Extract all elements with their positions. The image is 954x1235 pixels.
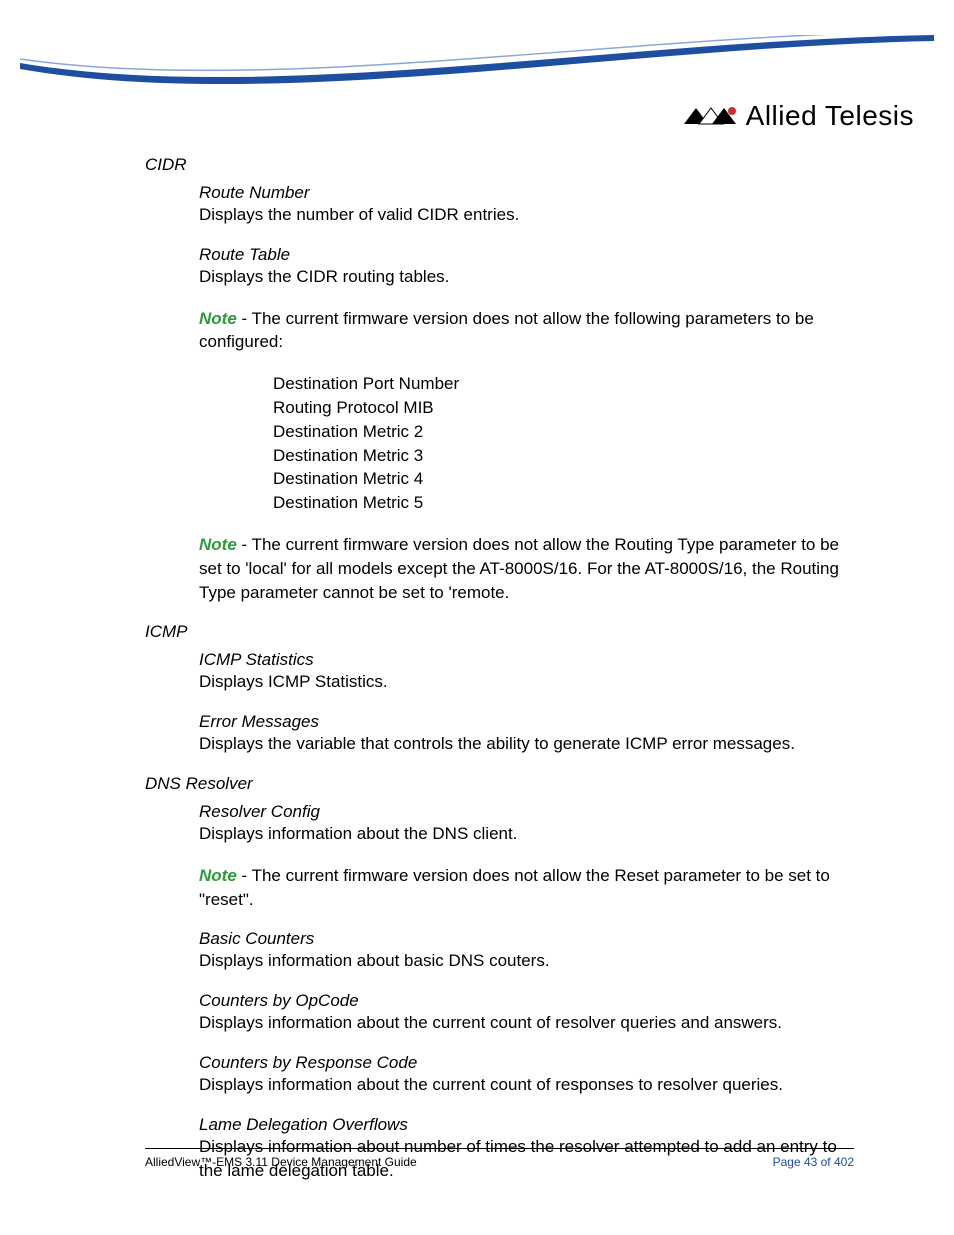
note-text: - The current firmware version does not … [199, 309, 814, 352]
icmp-stats: ICMP Statistics Displays ICMP Statistics… [199, 650, 845, 694]
cidr-route-table: Route Table Displays the CIDR routing ta… [199, 245, 845, 289]
subsection-title: Lame Delegation Overflows [199, 1115, 845, 1135]
subsection-title: ICMP Statistics [199, 650, 845, 670]
dns-basic-counters: Basic Counters Displays information abou… [199, 929, 845, 973]
note-label: Note [199, 309, 237, 328]
section-heading-cidr: CIDR [145, 155, 845, 175]
page-content: CIDR Route Number Displays the number of… [145, 155, 845, 1200]
list-item: Routing Protocol MIB [273, 396, 845, 420]
brand-logo-icon [682, 104, 738, 128]
list-item: Destination Metric 4 [273, 467, 845, 491]
section-heading-icmp: ICMP [145, 622, 845, 642]
note-label: Note [199, 535, 237, 554]
subsection-desc: Displays information about the current c… [199, 1011, 845, 1035]
dns-counters-opcode: Counters by OpCode Displays information … [199, 991, 845, 1035]
subsection-title: Error Messages [199, 712, 845, 732]
brand-block: Allied Telesis [682, 100, 914, 132]
subsection-title: Counters by Response Code [199, 1053, 845, 1073]
section-heading-dns: DNS Resolver [145, 774, 845, 794]
list-item: Destination Metric 5 [273, 491, 845, 515]
subsection-title: Route Number [199, 183, 845, 203]
header-swoosh-graphic [20, 35, 934, 105]
subsection-title: Counters by OpCode [199, 991, 845, 1011]
list-item: Destination Metric 3 [273, 444, 845, 468]
dns-note: Note - The current firmware version does… [199, 864, 845, 912]
note-label: Note [199, 866, 237, 885]
cidr-note2: Note - The current firmware version does… [199, 533, 845, 604]
list-item: Destination Port Number [273, 372, 845, 396]
icmp-errors: Error Messages Displays the variable tha… [199, 712, 845, 756]
document-page: Allied Telesis CIDR Route Number Display… [0, 0, 954, 1235]
subsection-title: Route Table [199, 245, 845, 265]
cidr-route-number: Route Number Displays the number of vali… [199, 183, 845, 227]
list-item: Destination Metric 2 [273, 420, 845, 444]
brand-text: Allied Telesis [746, 100, 914, 132]
subsection-desc: Displays the CIDR routing tables. [199, 265, 845, 289]
page-footer: AlliedView™-EMS 3.11 Device Management G… [145, 1148, 854, 1169]
cidr-note1: Note - The current firmware version does… [199, 307, 845, 355]
subsection-desc: Displays ICMP Statistics. [199, 670, 845, 694]
subsection-title: Basic Counters [199, 929, 845, 949]
dns-resolver-config: Resolver Config Displays information abo… [199, 802, 845, 846]
note-text: - The current firmware version does not … [199, 535, 839, 602]
subsection-desc: Displays the variable that controls the … [199, 732, 845, 756]
subsection-desc: Displays information about the DNS clien… [199, 822, 845, 846]
footer-left-text: AlliedView™-EMS 3.11 Device Management G… [145, 1155, 417, 1169]
subsection-desc: Displays the number of valid CIDR entrie… [199, 203, 845, 227]
dns-counters-respcode: Counters by Response Code Displays infor… [199, 1053, 845, 1097]
footer-page-number: Page 43 of 402 [773, 1155, 854, 1169]
subsection-desc: Displays information about the current c… [199, 1073, 845, 1097]
subsection-desc: Displays information about basic DNS cou… [199, 949, 845, 973]
note-text: - The current firmware version does not … [199, 866, 830, 909]
cidr-param-list: Destination Port Number Routing Protocol… [273, 372, 845, 515]
subsection-title: Resolver Config [199, 802, 845, 822]
